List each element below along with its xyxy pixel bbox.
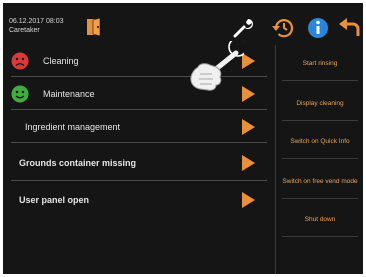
chevron-right-icon[interactable] — [242, 155, 255, 171]
action-column: Start rinsing Display cleaning Switch on… — [275, 45, 363, 274]
divider — [282, 198, 358, 199]
chevron-right-icon[interactable] — [242, 192, 255, 208]
menu-item-user-panel[interactable]: User panel open — [3, 182, 273, 218]
door-icon[interactable] — [85, 17, 103, 37]
menu-item-label: User panel open — [19, 195, 90, 205]
divider — [11, 142, 267, 143]
happy-face-icon — [11, 85, 29, 103]
divider — [282, 120, 358, 121]
divider — [282, 158, 358, 159]
start-rinsing-button[interactable]: Start rinsing — [276, 47, 363, 81]
top-bar: 06.12.2017 08:03 Caretaker — [3, 3, 363, 43]
action-label: Switch on Quick Info — [290, 138, 350, 145]
wrench-icon[interactable] — [231, 16, 255, 40]
divider — [11, 109, 267, 110]
menu-item-ingredient-management[interactable]: Ingredient management — [3, 111, 273, 143]
display-cleaning-button[interactable]: Display cleaning — [276, 87, 363, 121]
user-role: Caretaker — [9, 27, 40, 34]
quick-info-button[interactable]: Switch on Quick Info — [276, 125, 363, 159]
chevron-right-icon[interactable] — [242, 119, 255, 135]
free-vend-mode-button[interactable]: Switch on free vend mode — [276, 165, 363, 199]
menu-item-label: Maintenance — [43, 89, 95, 99]
menu-item-label: Ingredient management — [25, 122, 121, 132]
action-label: Start rinsing — [302, 60, 338, 67]
date-time: 06.12.2017 08:03 — [9, 18, 64, 25]
info-icon[interactable] — [306, 16, 330, 40]
sad-face-icon — [11, 52, 29, 70]
menu-item-label: Cleaning — [43, 56, 79, 66]
divider — [282, 236, 358, 237]
action-label: Display cleaning — [296, 100, 344, 107]
action-label: Shut down — [304, 216, 336, 223]
history-icon[interactable] — [271, 16, 295, 40]
menu-item-grounds-container[interactable]: Grounds container missing — [3, 145, 273, 181]
hand-pointer-icon — [190, 41, 244, 91]
back-arrow-icon[interactable] — [337, 16, 361, 40]
divider — [11, 180, 267, 181]
coffee-machine-screen: 06.12.2017 08:03 Caretaker Cleaning Main… — [3, 3, 363, 274]
menu-item-label: Grounds container missing — [19, 158, 137, 168]
divider — [282, 80, 358, 81]
shut-down-button[interactable]: Shut down — [276, 203, 363, 237]
action-label: Switch on free vend mode — [282, 178, 358, 185]
